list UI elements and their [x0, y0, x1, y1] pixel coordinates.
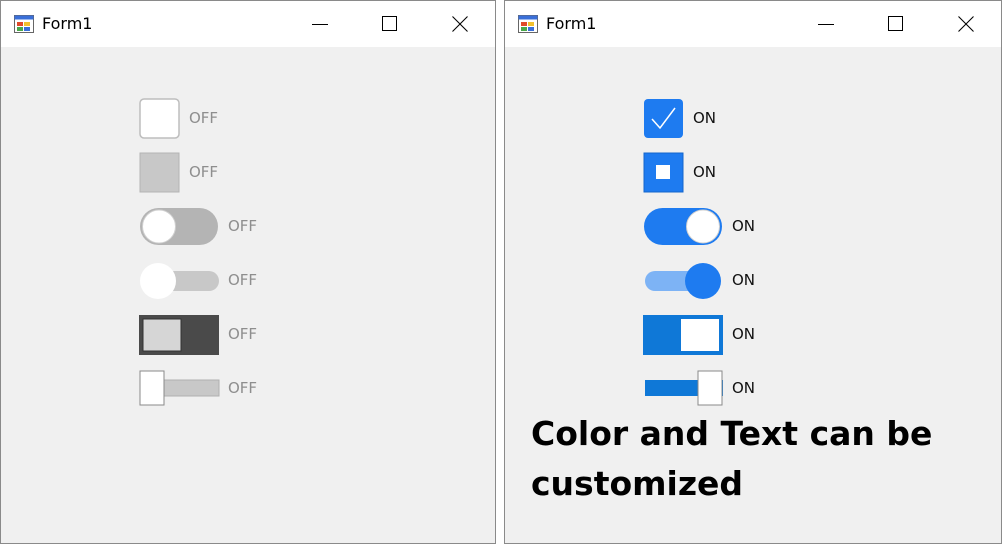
metro-switch-toggle[interactable] — [643, 315, 725, 355]
title-bar[interactable]: Form1 — [505, 1, 1001, 47]
minimize-button[interactable] — [285, 1, 355, 47]
toggle-state-label: ON — [732, 325, 756, 343]
toggle-state-label: ON — [732, 379, 756, 397]
ios-switch-toggle[interactable] — [139, 207, 221, 247]
toggle-state-label: ON — [732, 217, 756, 235]
checkbox-toggle[interactable] — [643, 98, 685, 140]
material-switch-toggle[interactable] — [139, 261, 221, 301]
maximize-button[interactable] — [355, 1, 425, 47]
window-title: Form1 — [546, 14, 597, 33]
toggle-state-label: OFF — [228, 325, 258, 343]
square-fill-toggle[interactable] — [139, 152, 181, 194]
square-fill-toggle[interactable] — [643, 152, 685, 194]
customization-caption: Color and Text can be customized — [531, 414, 933, 503]
close-icon — [452, 16, 468, 32]
maximize-icon — [382, 16, 397, 31]
slider-switch-toggle[interactable] — [643, 369, 725, 407]
toggle-state-label: OFF — [228, 379, 258, 397]
toggle-state-label: OFF — [189, 163, 219, 181]
toggle-state-label: OFF — [189, 109, 219, 127]
form-app-icon — [518, 15, 538, 33]
maximize-button[interactable] — [861, 1, 931, 47]
material-switch-toggle[interactable] — [643, 261, 725, 301]
minimize-button[interactable] — [791, 1, 861, 47]
close-button[interactable] — [425, 1, 495, 47]
window-title: Form1 — [42, 14, 93, 33]
metro-switch-toggle[interactable] — [139, 315, 221, 355]
toggle-state-label: ON — [732, 271, 756, 289]
close-button[interactable] — [931, 1, 1001, 47]
toggle-state-label: OFF — [228, 217, 258, 235]
toggle-state-label: ON — [693, 163, 717, 181]
maximize-icon — [888, 16, 903, 31]
form1-window-right: Form1 ON ON ON ON ON ON Color and Text c… — [504, 0, 1002, 544]
ios-switch-toggle[interactable] — [643, 207, 725, 247]
form1-window-left: Form1 OFF OFF OFF OFF OFF OFF — [0, 0, 496, 544]
toggle-state-label: ON — [693, 109, 717, 127]
form-app-icon — [14, 15, 34, 33]
minimize-icon — [312, 24, 328, 25]
title-bar[interactable]: Form1 — [1, 1, 495, 47]
close-icon — [958, 16, 974, 32]
toggle-state-label: OFF — [228, 271, 258, 289]
checkbox-toggle[interactable] — [139, 98, 181, 140]
minimize-icon — [818, 24, 834, 25]
slider-switch-toggle[interactable] — [139, 369, 221, 407]
